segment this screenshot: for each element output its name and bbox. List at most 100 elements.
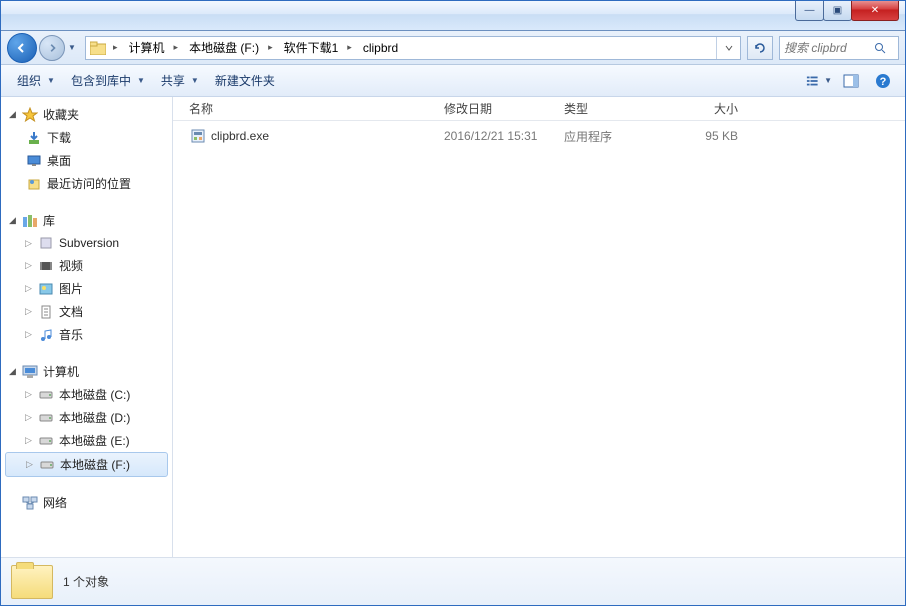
toolbar: 组织▼ 包含到库中▼ 共享▼ 新建文件夹 ▼ ? [1, 65, 905, 97]
toolbar-right: ▼ ? [805, 70, 897, 92]
expand-icon: ▷ [25, 238, 37, 249]
chevron-right-icon: ▸ [344, 42, 355, 53]
breadcrumb-segment[interactable]: clipbrd [355, 37, 404, 59]
chevron-down-icon: ▼ [191, 76, 199, 85]
sidebar-item-documents[interactable]: ▷ 文档 [1, 300, 172, 323]
forward-button[interactable] [39, 35, 65, 61]
view-options-button[interactable]: ▼ [805, 70, 833, 92]
computer-icon [21, 364, 39, 380]
pictures-icon [37, 281, 55, 297]
sidebar-item-desktop[interactable]: 桌面 [1, 149, 172, 172]
expand-icon: ▷ [25, 283, 37, 294]
minimize-button[interactable]: — [795, 1, 824, 21]
back-button[interactable] [7, 33, 37, 63]
file-type: 应用程序 [556, 128, 666, 145]
network-group: 网络 [1, 491, 172, 514]
column-type[interactable]: 类型 [556, 100, 666, 117]
refresh-button[interactable] [747, 36, 773, 60]
organize-button[interactable]: 组织▼ [9, 68, 63, 93]
breadcrumb-dropdown[interactable] [716, 37, 740, 59]
file-list[interactable]: clipbrd.exe 2016/12/21 15:31 应用程序 95 KB [173, 121, 905, 557]
computer-label: 计算机 [43, 363, 79, 380]
file-row[interactable]: clipbrd.exe 2016/12/21 15:31 应用程序 95 KB [173, 125, 905, 147]
expand-icon: ▷ [25, 260, 37, 271]
sidebar-item-pictures[interactable]: ▷ 图片 [1, 277, 172, 300]
sidebar-item-label: 最近访问的位置 [47, 175, 131, 192]
refresh-icon [753, 41, 767, 55]
preview-pane-button[interactable] [837, 70, 865, 92]
file-name: clipbrd.exe [211, 129, 269, 143]
pane-icon [843, 74, 859, 88]
video-icon [37, 258, 55, 274]
favorites-label: 收藏夹 [43, 106, 79, 123]
sidebar-item-label: 本地磁盘 (F:) [60, 456, 130, 473]
help-button[interactable]: ? [869, 70, 897, 92]
documents-icon [37, 304, 55, 320]
sidebar-item-recent[interactable]: 最近访问的位置 [1, 172, 172, 195]
favorites-header[interactable]: ◢ 收藏夹 [1, 103, 172, 126]
column-name[interactable]: 名称 [181, 100, 436, 117]
collapse-icon: ◢ [9, 215, 21, 226]
sidebar-item-downloads[interactable]: 下载 [1, 126, 172, 149]
favorites-group: ◢ 收藏夹 下载 桌面 最近访问的位置 [1, 103, 172, 195]
maximize-button[interactable]: ▣ [823, 1, 852, 21]
breadcrumb-segment[interactable]: 本地磁盘 (F:) [181, 37, 265, 59]
nav-history-dropdown[interactable]: ▼ [65, 36, 79, 60]
library-icon [21, 213, 39, 229]
new-folder-button[interactable]: 新建文件夹 [207, 68, 283, 93]
sidebar-item-music[interactable]: ▷ 音乐 [1, 323, 172, 346]
sidebar-item-drive-e[interactable]: ▷ 本地磁盘 (E:) [1, 429, 172, 452]
window-controls: — ▣ ✕ [796, 1, 899, 21]
sidebar-item-label: 下载 [47, 129, 71, 146]
svg-text:?: ? [880, 76, 887, 88]
libraries-header[interactable]: ◢ 库 [1, 209, 172, 232]
breadcrumb[interactable]: ▸ 计算机 ▸ 本地磁盘 (F:) ▸ 软件下载1 ▸ clipbrd [85, 36, 741, 60]
arrow-left-icon [16, 42, 28, 54]
explorer-window: — ▣ ✕ ▼ ▸ 计算机 ▸ 本地磁盘 (F:) ▸ 软件下载1 ▸ [0, 0, 906, 606]
newfolder-label: 新建文件夹 [215, 72, 275, 89]
file-size: 95 KB [666, 129, 746, 143]
network-label: 网络 [43, 494, 67, 511]
share-label: 共享 [161, 72, 185, 89]
collapse-icon: ◢ [9, 366, 21, 377]
recent-icon [25, 176, 43, 192]
sidebar-item-label: Subversion [59, 236, 119, 250]
sidebar-item-videos[interactable]: ▷ 视频 [1, 254, 172, 277]
breadcrumb-segment[interactable]: 软件下载1 [276, 37, 345, 59]
sidebar-item-label: 视频 [59, 257, 83, 274]
file-view: 名称 修改日期 类型 大小 clipbrd.exe 2016/12/21 15:… [173, 97, 905, 557]
expand-icon: ▷ [25, 329, 37, 340]
computer-header[interactable]: ◢ 计算机 [1, 360, 172, 383]
sidebar-item-drive-c[interactable]: ▷ 本地磁盘 (C:) [1, 383, 172, 406]
column-size[interactable]: 大小 [666, 100, 746, 117]
folder-large-icon [11, 565, 53, 599]
folder-icon [86, 41, 110, 55]
search-input[interactable] [784, 41, 874, 55]
breadcrumb-segment[interactable]: 计算机 [121, 37, 171, 59]
search-box[interactable] [779, 36, 899, 60]
sidebar-item-label: 桌面 [47, 152, 71, 169]
expand-icon: ▷ [25, 412, 37, 423]
view-icon [806, 74, 822, 88]
sidebar-item-drive-d[interactable]: ▷ 本地磁盘 (D:) [1, 406, 172, 429]
column-date[interactable]: 修改日期 [436, 100, 556, 117]
share-button[interactable]: 共享 ▼ [153, 68, 207, 93]
organize-label: 组织 [17, 72, 41, 89]
chevron-right-icon: ▸ [110, 42, 121, 53]
network-icon [21, 495, 39, 511]
exe-icon [189, 128, 207, 144]
sidebar-item-label: 音乐 [59, 326, 83, 343]
search-icon [874, 42, 886, 54]
column-headers: 名称 修改日期 类型 大小 [173, 97, 905, 121]
file-date: 2016/12/21 15:31 [436, 129, 556, 143]
sidebar-item-subversion[interactable]: ▷ Subversion [1, 232, 172, 254]
arrow-right-icon [47, 43, 57, 53]
network-header[interactable]: 网络 [1, 491, 172, 514]
sidebar-item-label: 图片 [59, 280, 83, 297]
close-button[interactable]: ✕ [851, 1, 899, 21]
drive-icon [38, 457, 56, 473]
sidebar-item-drive-f[interactable]: ▷ 本地磁盘 (F:) [5, 452, 168, 477]
include-in-library-button[interactable]: 包含到库中▼ [63, 68, 153, 93]
chevron-down-icon: ▼ [824, 76, 832, 85]
navigation-pane: ◢ 收藏夹 下载 桌面 最近访问的位置 [1, 97, 173, 557]
